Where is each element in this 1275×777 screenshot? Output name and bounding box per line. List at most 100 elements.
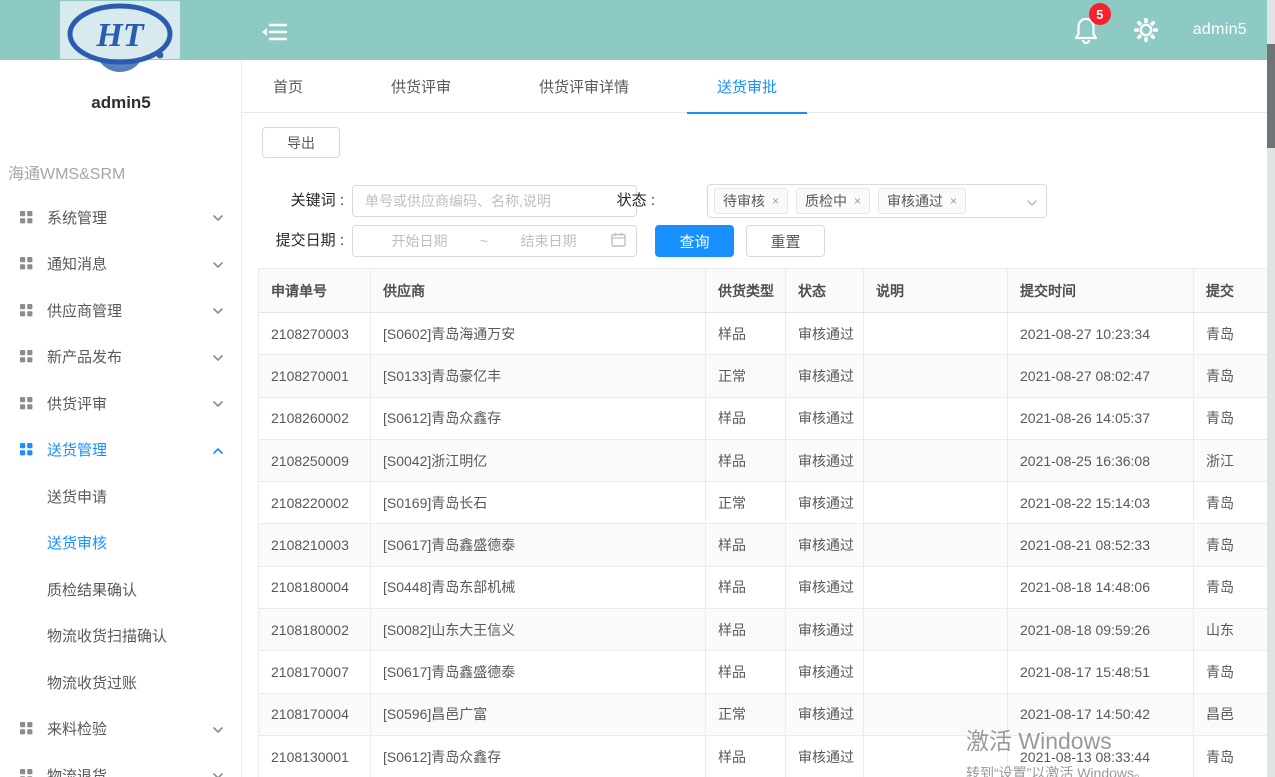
- cell-submit-extra: 青岛: [1194, 397, 1272, 439]
- tag-close-icon[interactable]: ×: [854, 194, 861, 208]
- reset-button[interactable]: 重置: [746, 225, 825, 257]
- menu-fold-icon[interactable]: [262, 20, 288, 44]
- sidebar-item-label: 物流退货: [47, 765, 212, 777]
- tab-label: 首页: [273, 76, 303, 97]
- sidebar-item[interactable]: 供货评审: [0, 380, 242, 427]
- tab-label: 供货评审详情: [539, 76, 629, 97]
- sidebar-item[interactable]: 系统管理: [0, 194, 242, 241]
- keyword-input[interactable]: [352, 185, 637, 217]
- cell-submit-time: 2021-08-27 08:02:47: [1008, 355, 1194, 397]
- sidebar-subitem[interactable]: 物流收货过账: [0, 659, 242, 706]
- notification-badge: 5: [1089, 3, 1111, 25]
- appstore-grid-icon: [20, 397, 33, 410]
- top-header-bar: 5 admin5: [0, 0, 1275, 60]
- settings-gear-icon[interactable]: [1133, 17, 1159, 43]
- submit-date-label: 提交日期 :: [256, 225, 344, 257]
- cell-status: 审核通过: [786, 439, 864, 481]
- sidebar-subitem-label: 物流收货过账: [47, 672, 224, 693]
- sidebar-item-label: 供货评审: [47, 393, 212, 414]
- cell-order-no: 2108260002: [259, 397, 371, 439]
- chevron-down-icon: [212, 769, 224, 777]
- company-logo: HT: [60, 1, 180, 59]
- status-multiselect[interactable]: 待审核 × 质检中 × 审核通过 ×: [707, 184, 1047, 218]
- sidebar-subitem-label: 送货申请: [47, 486, 224, 507]
- cell-supplier: [S0617]青岛鑫盛德泰: [371, 651, 706, 693]
- sidebar-item-label: 系统管理: [47, 207, 212, 228]
- cell-supply-type: 样品: [706, 609, 786, 651]
- cell-supplier: [S0596]昌邑广富: [371, 693, 706, 735]
- status-label: 状态 :: [607, 185, 655, 217]
- sidebar: admin5 海通WMS&SRM 系统管理: [0, 60, 242, 777]
- vertical-scrollbar[interactable]: [1267, 0, 1275, 777]
- cell-submit-extra: 昌邑: [1194, 693, 1272, 735]
- table-row[interactable]: 2108130001 [S0612]青岛众鑫存 样品 审核通过 2021-08-…: [259, 735, 1272, 777]
- table-header-row: 申请单号供应商供货类型状态说明提交时间提交: [259, 269, 1272, 313]
- tag-close-icon[interactable]: ×: [950, 194, 957, 208]
- cell-submit-time: 2021-08-21 08:52:33: [1008, 524, 1194, 566]
- sidebar-item[interactable]: 物流退货: [0, 752, 242, 777]
- cell-supplier: [S0169]青岛长石: [371, 482, 706, 524]
- cell-submit-time: 2021-08-22 15:14:03: [1008, 482, 1194, 524]
- sidebar-item[interactable]: 来料检验: [0, 706, 242, 753]
- sidebar-item[interactable]: 新产品发布: [0, 334, 242, 381]
- table-row[interactable]: 2108170004 [S0596]昌邑广富 正常 审核通过 2021-08-1…: [259, 693, 1272, 735]
- column-header: 说明: [864, 269, 1008, 313]
- table-row[interactable]: 2108170007 [S0617]青岛鑫盛德泰 样品 审核通过 2021-08…: [259, 651, 1272, 693]
- export-button[interactable]: 导出: [262, 127, 340, 158]
- cell-submit-time: 2021-08-27 10:23:34: [1008, 313, 1194, 355]
- table-row[interactable]: 2108270003 [S0602]青岛海通万安 样品 审核通过 2021-08…: [259, 313, 1272, 355]
- sidebar-subitem[interactable]: 质检结果确认: [0, 566, 242, 613]
- chevron-down-icon: [212, 351, 224, 363]
- header-username[interactable]: admin5: [1193, 21, 1247, 39]
- table-row[interactable]: 2108250009 [S0042]浙江明亿 样品 审核通过 2021-08-2…: [259, 439, 1272, 481]
- cell-status: 审核通过: [786, 651, 864, 693]
- cell-note: [864, 651, 1008, 693]
- sidebar-subitem[interactable]: 送货申请: [0, 473, 242, 520]
- sidebar-subitem[interactable]: 物流收货扫描确认: [0, 613, 242, 660]
- search-button[interactable]: 查询: [655, 225, 734, 257]
- cell-supply-type: 样品: [706, 566, 786, 608]
- scrollbar-thumb[interactable]: [1267, 44, 1275, 148]
- cell-submit-extra: 青岛: [1194, 482, 1272, 524]
- status-filter-tag[interactable]: 质检中 ×: [796, 188, 870, 214]
- cell-supply-type: 样品: [706, 313, 786, 355]
- sidebar-subitem[interactable]: 送货审核: [0, 520, 242, 567]
- table-row[interactable]: 2108220002 [S0169]青岛长石 正常 审核通过 2021-08-2…: [259, 482, 1272, 524]
- tab[interactable]: 首页: [243, 60, 333, 113]
- cell-status: 审核通过: [786, 693, 864, 735]
- tab[interactable]: 供货评审详情: [509, 60, 659, 113]
- table-row[interactable]: 2108210003 [S0617]青岛鑫盛德泰 样品 审核通过 2021-08…: [259, 524, 1272, 566]
- cell-status: 审核通过: [786, 397, 864, 439]
- cell-order-no: 2108170007: [259, 651, 371, 693]
- date-range-picker[interactable]: 开始日期 ~ 结束日期: [352, 225, 637, 257]
- cell-note: [864, 482, 1008, 524]
- cell-note: [864, 735, 1008, 777]
- sidebar-item[interactable]: 送货管理: [0, 427, 242, 474]
- appstore-grid-icon: [20, 443, 33, 456]
- tab-label: 送货审批: [717, 76, 777, 97]
- table-row[interactable]: 2108180002 [S0082]山东大王信义 样品 审核通过 2021-08…: [259, 609, 1272, 651]
- table-row[interactable]: 2108270001 [S0133]青岛豪亿丰 正常 审核通过 2021-08-…: [259, 355, 1272, 397]
- cell-supplier: [S0612]青岛众鑫存: [371, 735, 706, 777]
- table-body: 2108270003 [S0602]青岛海通万安 样品 审核通过 2021-08…: [259, 313, 1272, 777]
- cell-supply-type: 样品: [706, 651, 786, 693]
- column-header: 申请单号: [259, 269, 371, 313]
- status-filter-tag[interactable]: 待审核 ×: [714, 188, 788, 214]
- cell-submit-extra: 青岛: [1194, 566, 1272, 608]
- cell-note: [864, 397, 1008, 439]
- tab[interactable]: 送货审批: [687, 60, 807, 113]
- cell-supply-type: 样品: [706, 524, 786, 566]
- status-filter-tag[interactable]: 审核通过 ×: [878, 188, 966, 214]
- table-row[interactable]: 2108180004 [S0448]青岛东部机械 样品 审核通过 2021-08…: [259, 566, 1272, 608]
- notification-bell-icon[interactable]: 5: [1073, 15, 1099, 45]
- cell-order-no: 2108130001: [259, 735, 371, 777]
- cell-supplier: [S0602]青岛海通万安: [371, 313, 706, 355]
- chevron-down-icon: [1026, 196, 1038, 214]
- sidebar-item[interactable]: 通知消息: [0, 241, 242, 288]
- tab[interactable]: 供货评审: [361, 60, 481, 113]
- cell-order-no: 2108170004: [259, 693, 371, 735]
- table-row[interactable]: 2108260002 [S0612]青岛众鑫存 样品 审核通过 2021-08-…: [259, 397, 1272, 439]
- cell-note: [864, 439, 1008, 481]
- tag-close-icon[interactable]: ×: [772, 194, 779, 208]
- sidebar-item[interactable]: 供应商管理: [0, 287, 242, 334]
